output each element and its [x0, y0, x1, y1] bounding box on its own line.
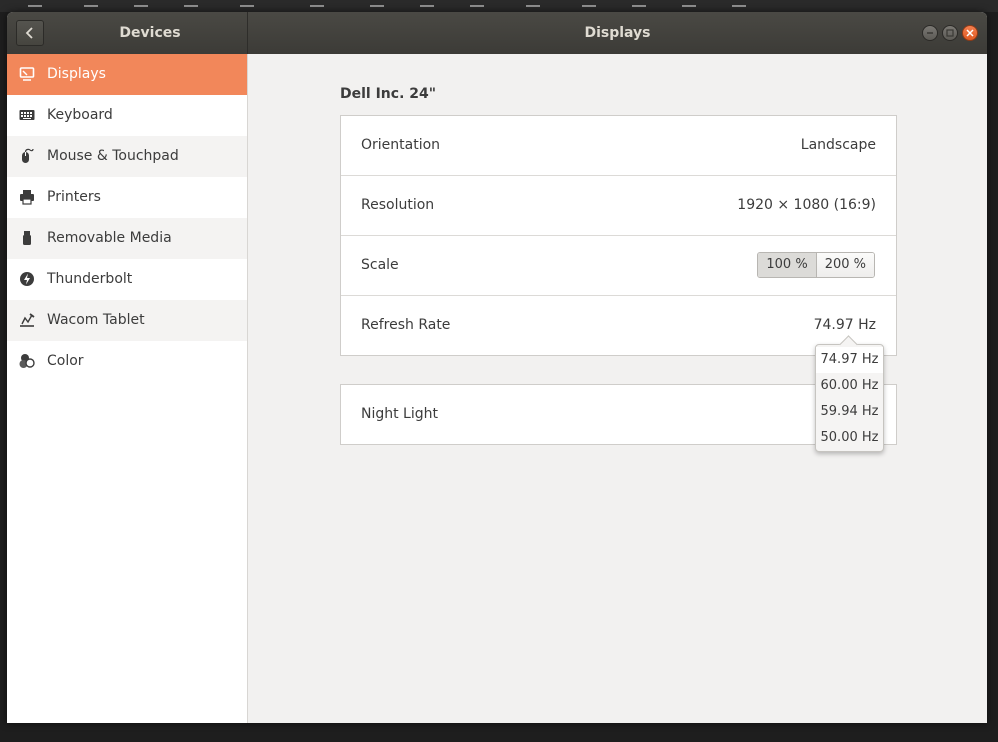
sidebar-item-thunderbolt[interactable]: Thunderbolt — [7, 259, 247, 300]
night-light-panel: Night Light — [340, 384, 897, 445]
sidebar-item-color[interactable]: Color — [7, 341, 247, 382]
chevron-left-icon — [25, 27, 33, 39]
minimize-button[interactable] — [922, 25, 938, 41]
displays-page: Dell Inc. 24" Orientation Landscape Reso… — [248, 54, 987, 723]
refresh-rate-row[interactable]: Refresh Rate 74.97 Hz — [341, 296, 896, 355]
minimize-icon — [927, 32, 933, 34]
sidebar: Displays Keyboard Mouse & Touchpad Print… — [7, 54, 248, 723]
resolution-row[interactable]: Resolution 1920 × 1080 (16:9) — [341, 176, 896, 236]
orientation-row[interactable]: Orientation Landscape — [341, 116, 896, 176]
sidebar-item-label: Wacom Tablet — [47, 312, 145, 328]
settings-window: Devices Displays Displays Keyboard Mouse… — [7, 12, 987, 723]
refresh-rate-label: Refresh Rate — [361, 317, 451, 333]
close-icon — [966, 29, 974, 37]
sidebar-item-label: Mouse & Touchpad — [47, 148, 179, 164]
display-icon — [19, 67, 35, 81]
titlebar: Devices Displays — [7, 12, 987, 54]
resolution-label: Resolution — [361, 197, 435, 213]
sidebar-item-label: Removable Media — [47, 230, 172, 246]
scale-100-button[interactable]: 100 % — [758, 253, 817, 277]
refresh-option-7497[interactable]: 74.97 Hz — [816, 347, 883, 373]
mouse-icon — [22, 148, 34, 163]
scale-label: Scale — [361, 257, 399, 273]
scale-row: Scale 100 % 200 % — [341, 236, 896, 296]
refresh-option-5000[interactable]: 50.00 Hz — [816, 425, 883, 451]
sidebar-item-wacom-tablet[interactable]: Wacom Tablet — [7, 300, 247, 341]
orientation-value: Landscape — [800, 137, 876, 153]
sidebar-item-label: Printers — [47, 189, 101, 205]
sidebar-item-label: Displays — [47, 66, 106, 82]
desktop-toolbar-strip — [0, 0, 998, 12]
refresh-rate-popover: 74.97 Hz 60.00 Hz 59.94 Hz 50.00 Hz — [815, 335, 884, 452]
night-light-row[interactable]: Night Light — [341, 385, 896, 444]
sidebar-item-keyboard[interactable]: Keyboard — [7, 95, 247, 136]
refresh-option-5994[interactable]: 59.94 Hz — [816, 399, 883, 425]
page-title: Displays — [584, 25, 651, 41]
sidebar-item-printers[interactable]: Printers — [7, 177, 247, 218]
resolution-value: 1920 × 1080 (16:9) — [737, 197, 876, 213]
sidebar-title: Devices — [119, 25, 181, 41]
sidebar-item-displays[interactable]: Displays — [7, 54, 247, 95]
night-light-label: Night Light — [361, 406, 438, 422]
sidebar-item-label: Keyboard — [47, 107, 113, 123]
printer-icon — [20, 190, 34, 205]
scale-200-button[interactable]: 200 % — [816, 253, 874, 277]
usb-icon — [23, 231, 31, 245]
monitor-name: Dell Inc. 24" — [340, 86, 437, 102]
display-settings-panel: Orientation Landscape Resolution 1920 × … — [340, 115, 897, 356]
sidebar-item-label: Color — [47, 353, 84, 369]
color-icon — [19, 354, 35, 368]
maximize-icon — [946, 29, 954, 37]
orientation-label: Orientation — [361, 137, 441, 153]
refresh-option-6000[interactable]: 60.00 Hz — [816, 373, 883, 399]
maximize-button[interactable] — [942, 25, 958, 41]
sidebar-item-label: Thunderbolt — [47, 271, 133, 287]
sidebar-item-removable-media[interactable]: Removable Media — [7, 218, 247, 259]
back-button[interactable] — [16, 20, 44, 46]
keyboard-icon — [19, 110, 35, 120]
close-button[interactable] — [962, 25, 978, 41]
thunderbolt-icon — [20, 272, 34, 286]
scale-toggle: 100 % 200 % — [757, 252, 875, 278]
sidebar-item-mouse-touchpad[interactable]: Mouse & Touchpad — [7, 136, 247, 177]
tablet-icon — [20, 313, 35, 327]
